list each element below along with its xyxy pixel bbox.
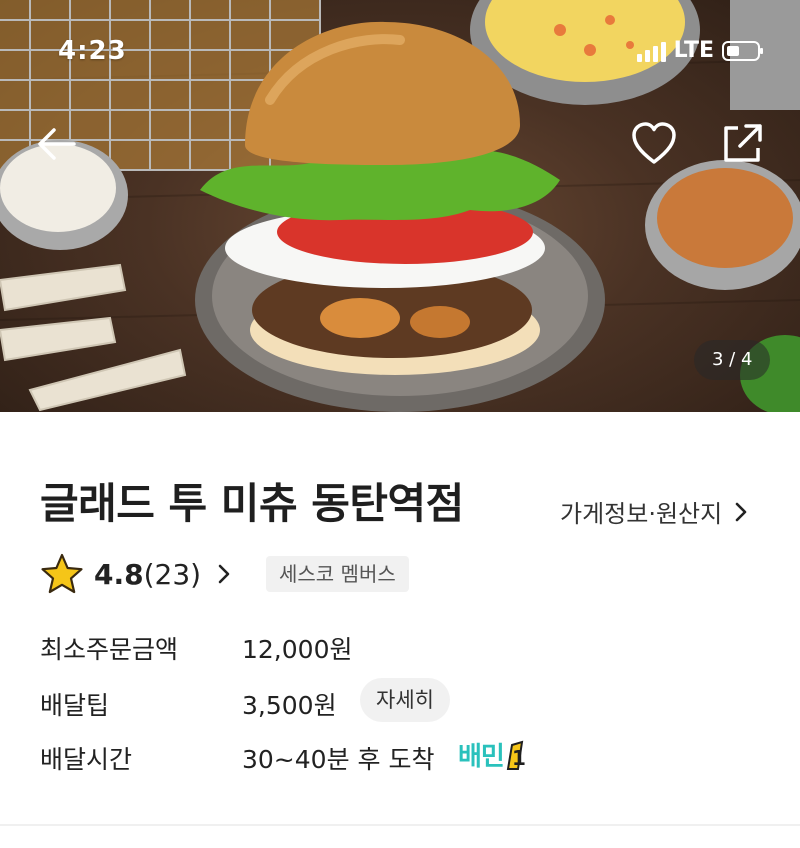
chevron-right-icon bbox=[218, 564, 230, 584]
delivery-tip-label: 배달팁 bbox=[40, 691, 110, 720]
status-time: 4:23 bbox=[58, 36, 127, 66]
section-divider bbox=[0, 824, 800, 826]
baemin-one-logo-icon: 1 bbox=[506, 740, 526, 770]
rating-value: 4.8 bbox=[94, 557, 144, 591]
status-indicators: LTE bbox=[636, 38, 763, 63]
store-info-origin-link[interactable]: 가게정보·원산지 bbox=[560, 494, 748, 529]
min-order-value: 12,000원 bbox=[242, 635, 353, 664]
delivery-time-label: 배달시간 bbox=[40, 745, 133, 774]
back-button[interactable] bbox=[32, 118, 84, 170]
star-icon bbox=[41, 553, 83, 594]
delivery-tip-value: 3,500원 bbox=[242, 691, 337, 720]
min-order-label: 최소주문금액 bbox=[40, 635, 179, 664]
battery-icon bbox=[722, 40, 763, 61]
back-arrow-icon bbox=[38, 128, 76, 160]
network-type: LTE bbox=[673, 38, 714, 63]
store-info-label: 가게정보·원산지 bbox=[560, 500, 723, 528]
baemin-badge-text: 배민 bbox=[458, 742, 505, 772]
baemin-one-badge: 배민 1 bbox=[458, 736, 530, 773]
rating-row[interactable]: 4.8 (23) bbox=[40, 552, 231, 596]
delivery-tip-detail-button[interactable]: 자세히 bbox=[360, 678, 450, 722]
favorite-button[interactable] bbox=[628, 118, 680, 170]
review-count: (23) bbox=[143, 557, 202, 591]
store-name: 글래드 투 미츄 동탄역점 bbox=[40, 479, 464, 528]
share-icon bbox=[724, 124, 762, 162]
share-button[interactable] bbox=[716, 118, 768, 170]
chevron-right-icon bbox=[735, 502, 747, 521]
cesco-members-badge: 세스코 멤버스 bbox=[266, 556, 409, 592]
hero-image-carousel[interactable]: 4:23 LTE 3 / 4 bbox=[0, 0, 800, 412]
image-page-indicator: 3 / 4 bbox=[694, 340, 771, 380]
signal-icon bbox=[636, 40, 666, 62]
heart-icon bbox=[632, 122, 676, 164]
delivery-time-value: 30~40분 후 도착 bbox=[242, 745, 435, 774]
baemin-badge-number: 1 bbox=[512, 746, 526, 770]
